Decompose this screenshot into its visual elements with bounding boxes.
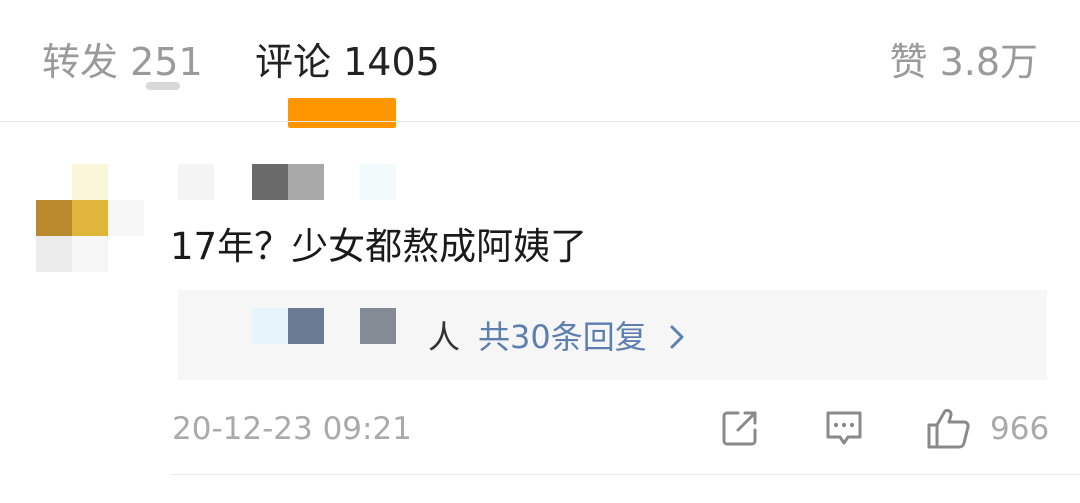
comment-text: 17年？少女都熬成阿姨了 bbox=[170, 225, 588, 268]
thumbs-up-icon[interactable] bbox=[924, 406, 972, 450]
tab-likes[interactable]: 赞 3.8万 bbox=[889, 36, 1038, 88]
chevron-right-icon bbox=[670, 325, 684, 349]
tab-likes-label: 赞 bbox=[889, 40, 928, 84]
avatar-pixel bbox=[72, 164, 108, 200]
tab-comments[interactable]: 评论 1405 bbox=[255, 36, 440, 88]
comment-divider bbox=[170, 474, 1080, 475]
reply-author-mosaic bbox=[360, 308, 396, 344]
tab-repost[interactable]: 转发 251 bbox=[42, 36, 203, 88]
tab-repost-count: 251 bbox=[130, 40, 203, 84]
tab-repost-label: 转发 bbox=[42, 40, 119, 84]
avatar[interactable] bbox=[36, 164, 144, 274]
username-mosaic bbox=[360, 164, 396, 200]
avatar-pixel bbox=[72, 200, 108, 236]
avatar-pixel bbox=[36, 236, 72, 272]
avatar-pixel bbox=[108, 200, 144, 236]
avatar-pixel bbox=[36, 200, 72, 236]
username-mosaic bbox=[252, 164, 288, 200]
tab-comments-label: 评论 bbox=[255, 40, 332, 84]
comment-icon[interactable] bbox=[822, 406, 866, 450]
comment-timestamp: 20-12-23 09:21 bbox=[172, 411, 412, 447]
username-mosaic[interactable] bbox=[178, 164, 214, 200]
tab-comments-count: 1405 bbox=[343, 40, 440, 84]
tab-likes-count: 3.8万 bbox=[939, 40, 1038, 84]
username-mosaic bbox=[288, 164, 324, 200]
reply-author-mosaic bbox=[252, 308, 288, 344]
reply-person-fragment: 人 bbox=[428, 318, 461, 356]
reply-count-label: 共30条回复 bbox=[478, 318, 647, 356]
repost-underline-blur bbox=[146, 82, 180, 90]
like-count: 966 bbox=[990, 411, 1050, 447]
avatar-pixel bbox=[72, 236, 108, 272]
reply-summary-link[interactable]: 人共30条回复 bbox=[428, 314, 687, 360]
reply-author-mosaic bbox=[288, 308, 324, 344]
tab-divider bbox=[0, 121, 1080, 122]
active-tab-indicator bbox=[288, 98, 396, 128]
share-icon[interactable] bbox=[718, 406, 762, 450]
